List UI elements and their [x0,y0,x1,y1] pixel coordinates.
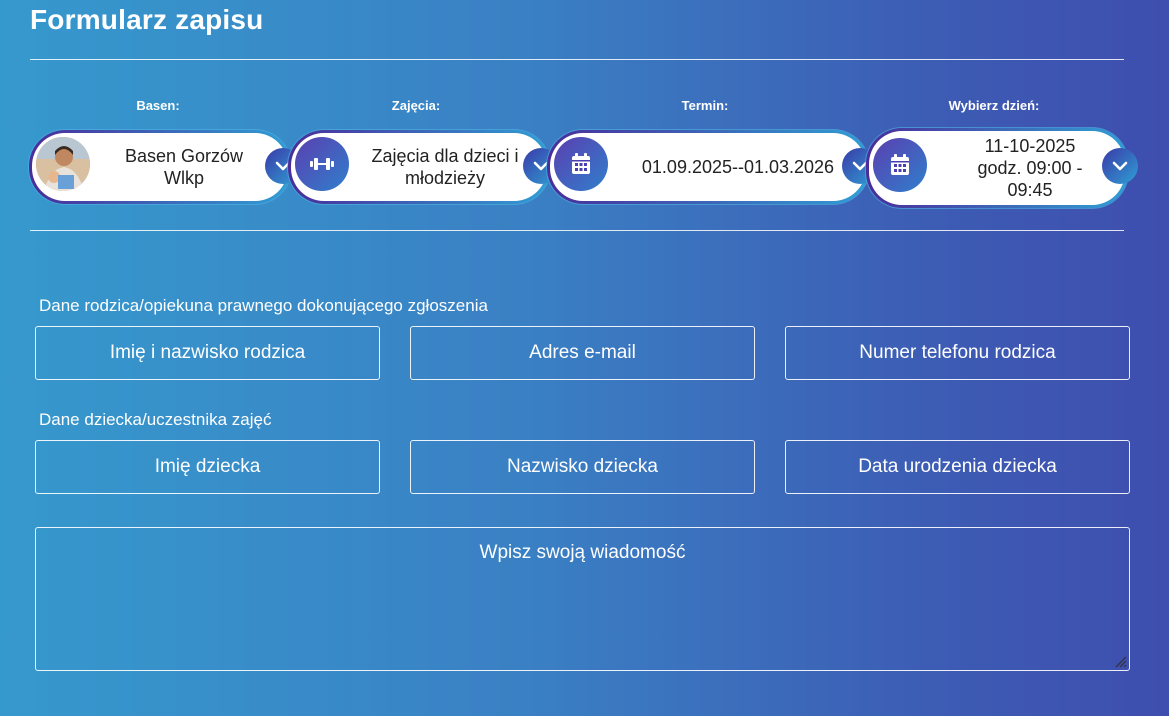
day-dropdown-chevron-icon[interactable] [1102,148,1138,184]
classes-label: Zajęcia: [391,98,441,113]
message-textarea[interactable]: Wpisz swoją wiadomość [35,527,1130,671]
term-value: 01.09.2025--01.03.2026 [641,157,835,177]
divider [30,59,1124,60]
email-input[interactable]: Adres e-mail [410,326,755,380]
calendar-icon [873,138,927,192]
parent-section-heading: Dane rodzica/opiekuna prawnego dokonując… [39,296,488,315]
parent-phone-input[interactable]: Numer telefonu rodzica [785,326,1130,380]
child-lastname-input[interactable]: Nazwisko dziecka [410,440,755,494]
child-firstname-input[interactable]: Imię dziecka [35,440,380,494]
resize-handle-icon[interactable] [1113,654,1127,668]
classes-value: Zajęcia dla dzieci i młodzieży [371,146,519,188]
pool-avatar [36,137,90,191]
pool-value: Basen Gorzów Wlkp [124,146,244,188]
classes-select[interactable]: Zajęcia dla dzieci i młodzieży [288,130,550,204]
divider [30,230,1124,231]
day-select[interactable]: 11-10-2025 godz. 09:00 - 09:45 [866,128,1128,208]
calendar-icon [554,137,608,191]
child-section-heading: Dane dziecka/uczestnika zajęć [39,410,272,429]
parent-name-input[interactable]: Imię i nazwisko rodzica [35,326,380,380]
pool-label: Basen: [136,98,180,113]
pool-select[interactable]: Basen Gorzów Wlkp [29,130,291,204]
dumbbell-icon [295,137,349,191]
day-value: 11-10-2025 godz. 09:00 - 09:45 [977,136,1083,200]
day-label: Wybierz dzień: [948,98,1040,113]
page-title: Formularz zapisu [30,4,264,35]
term-select[interactable]: 01.09.2025--01.03.2026 [547,130,869,204]
message-placeholder: Wpisz swoją wiadomość [479,542,686,563]
term-label: Termin: [681,98,729,113]
child-birthdate-input[interactable]: Data urodzenia dziecka [785,440,1130,494]
